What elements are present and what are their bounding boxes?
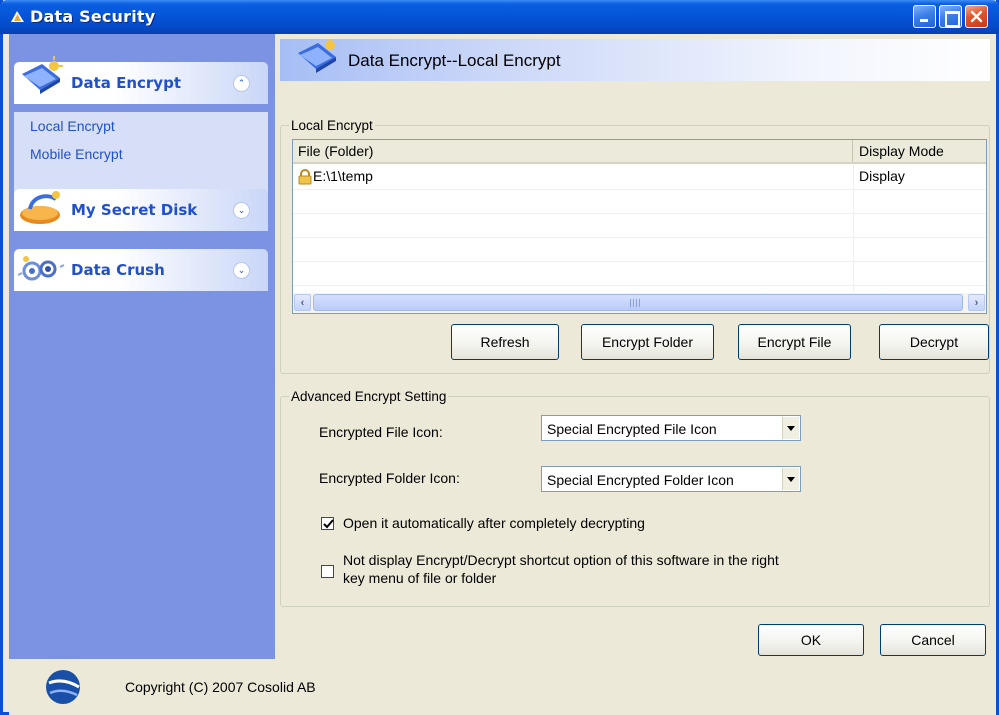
close-icon[interactable] — [965, 5, 988, 28]
encrypted-file-icon-select[interactable]: Special Encrypted File Icon — [541, 415, 801, 441]
refresh-button[interactable]: Refresh — [451, 324, 559, 360]
table-row-empty — [293, 238, 986, 262]
data-crush-icon — [17, 256, 65, 281]
cosolid-logo-icon — [46, 670, 80, 704]
encrypt-file-button[interactable]: Encrypt File — [738, 324, 851, 360]
encrypted-folder-icon-select[interactable]: Special Encrypted Folder Icon — [541, 466, 801, 492]
hide-shortcut-label-line1[interactable]: Not display Encrypt/Decrypt shortcut opt… — [343, 552, 779, 568]
content-header: Data Encrypt--Local Encrypt — [280, 39, 990, 81]
copyright-text: Copyright (C) 2007 Cosolid AB — [125, 679, 316, 695]
table-row-empty — [293, 190, 986, 214]
column-header-file[interactable]: File (Folder) — [293, 140, 853, 162]
scroll-right-icon[interactable]: › — [968, 294, 985, 311]
page-title: Data Encrypt--Local Encrypt — [348, 51, 561, 70]
data-encrypt-icon — [298, 40, 336, 73]
sidebar-item-local-encrypt[interactable]: Local Encrypt — [30, 118, 115, 134]
sidebar-group-label: Data Crush — [71, 261, 165, 279]
dropdown-arrow-icon[interactable] — [782, 468, 799, 490]
dropdown-arrow-icon[interactable] — [782, 417, 799, 439]
advanced-settings-legend: Advanced Encrypt Setting — [291, 389, 447, 404]
display-mode-cell: Display — [859, 168, 905, 184]
app-window: Data Security Data Encrypt ⌃ Local Encry… — [0, 0, 999, 715]
cancel-button[interactable]: Cancel — [880, 624, 986, 656]
secret-disk-icon — [20, 191, 60, 224]
table-row[interactable]: E:\1\temp Display — [293, 166, 986, 190]
sidebar-group-data-encrypt[interactable]: Data Encrypt ⌃ — [14, 56, 268, 104]
maximize-icon[interactable] — [939, 5, 962, 28]
content-panel: Data Encrypt--Local Encrypt Local Encryp… — [275, 34, 996, 659]
auto-open-checkbox[interactable] — [321, 517, 334, 530]
local-encrypt-legend: Local Encrypt — [291, 118, 373, 133]
grip-icon — [630, 299, 640, 307]
expand-icon[interactable]: ⌄ — [233, 262, 250, 279]
hide-shortcut-label-line2[interactable]: key menu of file or folder — [343, 570, 496, 586]
select-value: Special Encrypted Folder Icon — [547, 472, 734, 488]
horizontal-scrollbar[interactable]: ‹ › — [293, 293, 986, 313]
collapse-icon[interactable]: ⌃ — [233, 75, 250, 92]
minimize-icon[interactable] — [913, 5, 936, 28]
sidebar-item-mobile-encrypt[interactable]: Mobile Encrypt — [30, 146, 123, 162]
window-title: Data Security — [30, 7, 156, 26]
checkmark-icon — [323, 519, 334, 529]
column-header-display-mode[interactable]: Display Mode — [854, 140, 986, 162]
table-row-empty — [293, 214, 986, 238]
encrypted-file-icon-label: Encrypted File Icon: — [319, 424, 443, 440]
title-bar[interactable]: Data Security — [0, 0, 999, 34]
sidebar-group-data-crush[interactable]: Data Crush ⌄ — [14, 249, 268, 291]
expand-icon[interactable]: ⌄ — [233, 202, 250, 219]
select-value: Special Encrypted File Icon — [547, 421, 717, 437]
data-encrypt-icon — [22, 56, 63, 94]
decrypt-button[interactable]: Decrypt — [879, 324, 989, 360]
hide-shortcut-checkbox[interactable] — [321, 565, 334, 578]
sidebar-group-secret-disk[interactable]: My Secret Disk ⌄ — [14, 189, 268, 231]
scroll-left-icon[interactable]: ‹ — [294, 294, 311, 311]
list-header: File (Folder) Display Mode — [293, 140, 986, 164]
status-bar: Copyright (C) 2007 Cosolid AB — [9, 659, 996, 715]
sidebar: Data Encrypt ⌃ Local Encrypt Mobile Encr… — [9, 34, 275, 659]
encrypt-folder-button[interactable]: Encrypt Folder — [581, 324, 714, 360]
encrypted-folder-icon-label: Encrypted Folder Icon: — [319, 470, 460, 486]
file-cell: E:\1\temp — [313, 168, 373, 184]
sidebar-group-label: My Secret Disk — [71, 201, 198, 219]
ok-button[interactable]: OK — [758, 624, 864, 656]
auto-open-label[interactable]: Open it automatically after completely d… — [343, 515, 645, 531]
table-row-empty — [293, 262, 986, 286]
lock-icon — [298, 169, 312, 185]
app-icon — [11, 11, 24, 22]
scroll-thumb[interactable] — [313, 294, 963, 311]
sidebar-group-label: Data Encrypt — [71, 74, 181, 92]
file-list[interactable]: File (Folder) Display Mode E:\1\temp Dis… — [292, 139, 987, 314]
